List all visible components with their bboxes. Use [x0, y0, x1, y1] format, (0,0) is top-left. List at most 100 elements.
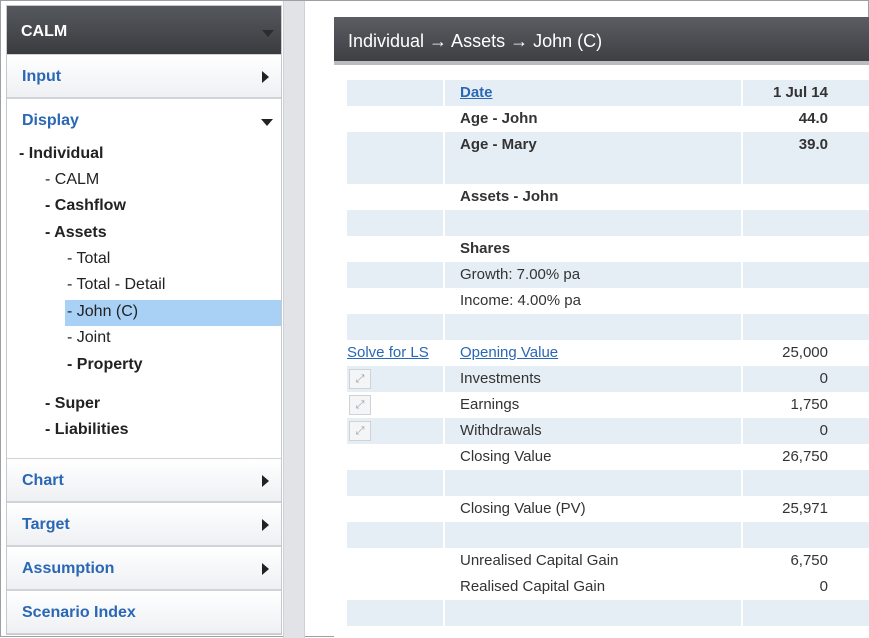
table-row: Closing Value 26,750 — [347, 444, 869, 470]
main-panel: Individual → Assets → John (C) Date 1 Ju… — [334, 17, 869, 638]
chevron-right-icon — [262, 519, 269, 531]
sidebar-header[interactable]: CALM — [7, 6, 281, 54]
sidebar-section-label: Chart — [22, 472, 64, 489]
column-divider — [741, 262, 743, 288]
row-value: 25,000 — [782, 344, 828, 361]
column-divider — [443, 366, 445, 392]
table-row — [347, 314, 869, 340]
table-row: Closing Value (PV) 25,971 — [347, 496, 869, 522]
sidebar-section-chart[interactable]: Chart — [7, 458, 281, 502]
sidebar-title: CALM — [21, 23, 68, 40]
column-divider — [741, 418, 743, 444]
tree-item-cashflow[interactable]: - Cashflow — [45, 197, 126, 215]
sidebar-section-target[interactable]: Target — [7, 502, 281, 546]
column-divider — [443, 418, 445, 444]
sidebar-section-label: Scenario Index — [22, 604, 136, 621]
column-divider — [741, 600, 743, 626]
table-row: Realised Capital Gain 0 — [347, 574, 869, 600]
sidebar-section-assumption[interactable]: Assumption — [7, 546, 281, 590]
table-row: ⤢ Investments 0 — [347, 366, 869, 392]
tree-item-calm[interactable]: - CALM — [45, 171, 99, 189]
row-label: Closing Value — [460, 448, 552, 465]
opening-value-link[interactable]: Opening Value — [460, 344, 558, 361]
column-divider — [741, 314, 743, 340]
app-window: CALM Input Display - Individual - CALM -… — [0, 0, 869, 638]
sidebar-section-scenario-index[interactable]: Scenario Index — [7, 590, 281, 634]
chevron-down-icon — [261, 119, 273, 126]
row-value: 25,971 — [782, 500, 828, 517]
expand-arrows-icon[interactable]: ⤢ — [349, 421, 371, 441]
panel-splitter[interactable] — [283, 1, 305, 638]
row-label: Withdrawals — [460, 422, 542, 439]
sidebar-section-label: Display — [22, 112, 79, 129]
date-link[interactable]: Date — [460, 84, 493, 101]
chevron-right-icon — [262, 563, 269, 575]
table-row: Date 1 Jul 14 — [347, 80, 869, 106]
table-row: Shares — [347, 236, 869, 262]
solve-for-ls-link[interactable]: Solve for LS — [347, 344, 429, 361]
table-row — [347, 522, 869, 548]
tree-item-property[interactable]: - Property — [67, 356, 143, 374]
column-divider — [741, 470, 743, 496]
row-value: 39.0 — [798, 136, 828, 153]
table-row: Solve for LS Opening Value 25,000 — [347, 340, 869, 366]
tree-item-liabilities[interactable]: - Liabilities — [45, 421, 129, 439]
column-divider — [741, 522, 743, 548]
table-row — [347, 470, 869, 496]
chevron-down-icon[interactable] — [262, 30, 274, 37]
column-divider — [443, 132, 445, 184]
table-row: Age - Mary 39.0 — [347, 132, 869, 184]
tree-item-joint[interactable]: - Joint — [67, 329, 111, 347]
column-divider — [741, 80, 743, 106]
expand-arrows-icon[interactable]: ⤢ — [349, 369, 371, 389]
column-divider — [741, 366, 743, 392]
table-row: Income: 4.00% pa — [347, 288, 869, 314]
table-row: Growth: 7.00% pa — [347, 262, 869, 288]
tree-item-john[interactable]: - John (C) — [67, 303, 138, 321]
row-value: 1,750 — [790, 396, 828, 413]
page-title: Individual → Assets → John (C) — [348, 31, 603, 51]
sidebar: CALM Input Display - Individual - CALM -… — [6, 5, 282, 635]
sidebar-section-label: Assumption — [22, 560, 115, 577]
row-value: 0 — [819, 578, 828, 595]
column-divider — [443, 262, 445, 288]
column-divider — [443, 80, 445, 106]
sidebar-section-input[interactable]: Input — [7, 54, 281, 98]
table-row: Age - John 44.0 — [347, 106, 869, 132]
row-value: 6,750 — [790, 552, 828, 569]
sidebar-section-display[interactable]: Display — [7, 98, 281, 142]
tree-item-total[interactable]: - Total — [67, 250, 110, 268]
row-label: Investments — [460, 370, 541, 387]
tree-item-individual[interactable]: - Individual — [19, 145, 103, 163]
sidebar-section-label: Target — [22, 516, 70, 533]
column-divider — [443, 210, 445, 236]
table-row: Assets - John — [347, 184, 869, 210]
tree-item-assets[interactable]: - Assets — [45, 224, 107, 242]
row-label: Age - Mary — [460, 136, 537, 153]
tree-item-total-detail[interactable]: - Total - Detail — [67, 276, 165, 294]
row-label: Growth: 7.00% pa — [460, 266, 581, 283]
column-divider — [443, 522, 445, 548]
row-label: Closing Value (PV) — [460, 500, 586, 517]
column-divider — [741, 132, 743, 184]
sidebar-section-label: Input — [22, 68, 62, 85]
row-value: 0 — [819, 422, 828, 439]
row-value: 44.0 — [798, 110, 828, 127]
expand-arrows-icon[interactable]: ⤢ — [349, 395, 371, 415]
date-value: 1 Jul 14 — [772, 84, 828, 101]
row-value: 26,750 — [782, 448, 828, 465]
table-row: Unrealised Capital Gain 6,750 — [347, 548, 869, 574]
chevron-right-icon — [262, 475, 269, 487]
main-header: Individual → Assets → John (C) — [334, 17, 869, 65]
row-label: Realised Capital Gain — [460, 578, 606, 595]
row-label: Income: 4.00% pa — [460, 292, 581, 309]
header-underline — [334, 61, 869, 65]
row-label: Age - John — [460, 110, 538, 127]
row-label: Shares — [460, 240, 511, 257]
tree-item-super[interactable]: - Super — [45, 395, 100, 413]
table-row: ⤢ Withdrawals 0 — [347, 418, 869, 444]
table-row: ⤢ Earnings 1,750 — [347, 392, 869, 418]
row-label: Assets - John — [460, 188, 559, 205]
column-divider — [443, 600, 445, 626]
table-row — [347, 210, 869, 236]
